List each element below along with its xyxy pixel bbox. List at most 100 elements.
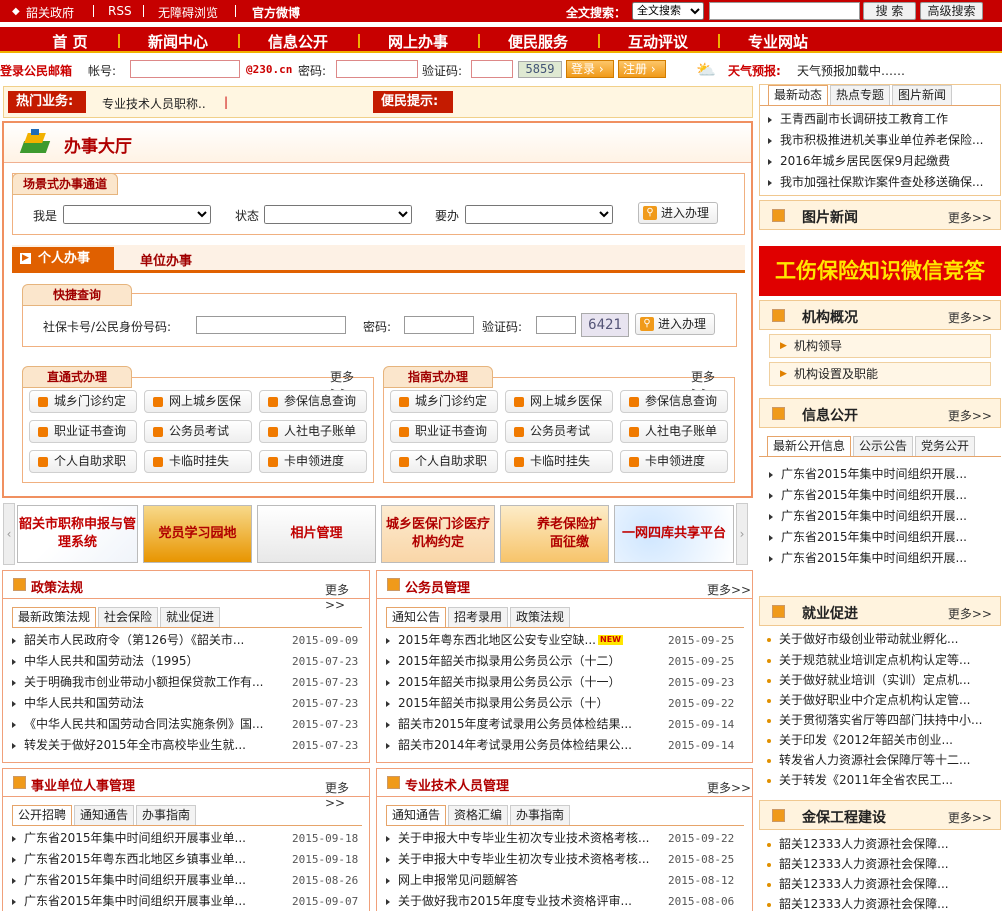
list-item[interactable]: 转发关于做好2015年全市高校毕业生就... 2015-07-23 [12,735,362,756]
tab-hot-topics[interactable]: 热点专题 [830,85,891,105]
nav-interaction[interactable]: 互动评议 [608,31,708,52]
hot-business-link[interactable]: 专业技术人员职称.. [102,95,206,112]
list-item[interactable]: 广东省2015年集中时间组织开展事业单... 2015-09-18 [12,828,362,849]
tab-party-affairs[interactable]: 党务公开 [915,436,976,456]
search-input[interactable] [709,2,860,20]
direct-btn-card-loss[interactable]: 卡临时挂失 [144,450,252,473]
list-item[interactable]: 关于做好职业中介定点机构认定管... [767,690,970,711]
tab-inst-guide[interactable]: 办事指南 [136,805,197,825]
quick-captcha-input[interactable] [536,316,576,334]
quick-password-input[interactable] [404,316,474,334]
login-button[interactable]: 登录 › [566,60,614,78]
photo-news-more-link[interactable]: 更多>> [948,209,992,226]
link-gov[interactable]: 韶关政府 [26,4,74,21]
list-item[interactable]: 关于印发《2012年韶关市创业... [767,730,953,751]
nav-professional[interactable]: 专业网站 [728,31,828,52]
tab-notices[interactable]: 通知公告 [386,607,447,627]
list-item[interactable]: 广东省2015年集中时间组织开展... [769,548,999,569]
civil-more-link[interactable]: 更多>> [707,581,751,598]
status-select[interactable] [264,205,412,224]
iam-select[interactable] [63,205,211,224]
tab-personal[interactable]: ▶ 个人办事 [12,247,114,271]
search-scope-select[interactable]: 全文搜索 [632,2,704,20]
org-item-leaders[interactable]: ▶ 机构领导 [769,334,991,358]
list-item[interactable]: 2015年韶关市拟录用公务员公示（十） 2015-09-22 [386,693,744,714]
golden-insurance-more-link[interactable]: 更多>> [948,809,992,826]
banner-medical-clinic[interactable]: 城乡医保门诊医疗机构约定 [381,505,495,563]
list-item[interactable]: 转发省人力资源社会保障厅等十二... [767,750,970,771]
list-item[interactable]: 2016年城乡居民医保9月起缴费 [768,151,998,172]
account-input[interactable] [130,60,240,78]
tab-latest-policy[interactable]: 最新政策法规 [12,607,97,627]
direct-btn-clinic[interactable]: 城乡门诊约定 [29,390,137,413]
list-item[interactable]: 2015年韶关市拟录用公务员公示（十一） 2015-09-23 [386,672,744,693]
banner-title-system[interactable]: 韶关市职称申报与管理系统 [17,505,138,563]
list-item[interactable]: 关于申报大中专毕业生初次专业技术资格考核... 2015-08-25 [386,849,744,870]
guide-btn-medical[interactable]: 网上城乡医保 [505,390,613,413]
direct-btn-medical[interactable]: 网上城乡医保 [144,390,252,413]
list-item[interactable]: 广东省2015年粤东西北地区乡镇事业单... 2015-09-18 [12,849,362,870]
list-item[interactable]: 广东省2015年集中时间组织开展... [769,506,999,527]
tab-prof-guide[interactable]: 办事指南 [510,805,571,825]
tab-qualification[interactable]: 资格汇编 [448,805,509,825]
nav-news[interactable]: 新闻中心 [128,31,228,52]
tab-latest-news[interactable]: 最新动态 [768,85,829,105]
tab-social-insurance[interactable]: 社会保险 [98,607,159,627]
list-item[interactable]: 韶关12333人力资源社会保障... [767,874,949,895]
direct-btn-card-progress[interactable]: 卡申领进度 [259,450,367,473]
list-item[interactable]: 关于贯彻落实省厅等四部门扶持中小... [767,710,982,731]
list-item[interactable]: 王青西副市长调研技工教育工作 [768,109,998,130]
direct-btn-cert-query[interactable]: 职业证书查询 [29,420,137,443]
tab-employment[interactable]: 就业促进 [160,607,221,627]
list-item[interactable]: 关于做好就业培训（实训）定点机... [767,670,970,691]
tab-unit[interactable]: 单位办事 [140,250,192,269]
search-button[interactable]: 搜 索 [863,2,916,20]
nav-home[interactable]: 首 页 [20,31,120,52]
tab-latest-info[interactable]: 最新公开信息 [767,436,852,456]
direct-btn-e-bill[interactable]: 人社电子账单 [259,420,367,443]
list-item[interactable]: 我市积极推进机关事业单位养老保险... [768,130,998,151]
list-item[interactable]: 广东省2015年集中时间组织开展... [769,464,999,485]
info-public-more-link[interactable]: 更多>> [948,407,992,424]
policy-more-link[interactable]: 更多>> [325,581,369,612]
direct-btn-civil-exam[interactable]: 公务员考试 [144,420,252,443]
list-item[interactable]: 韶关市2014年考试录用公务员体检结果公... 2015-09-14 [386,735,744,756]
tab-inst-notices[interactable]: 通知通告 [74,805,135,825]
tab-recruit[interactable]: 招考录用 [448,607,509,627]
want-select[interactable] [465,205,613,224]
prof-more-link[interactable]: 更多>> [707,779,751,796]
list-item[interactable]: 韶关12333人力资源社会保障... [767,854,949,875]
org-item-structure[interactable]: ▶ 机构设置及职能 [769,362,991,386]
org-more-link[interactable]: 更多>> [948,309,992,326]
list-item[interactable]: 韶关12333人力资源社会保障... [767,834,949,855]
list-item[interactable]: 关于申报大中专毕业生初次专业技术资格考核... 2015-09-22 [386,828,744,849]
list-item[interactable]: 网上申报常见问题解答 2015-08-12 [386,870,744,891]
password-input[interactable] [336,60,418,78]
employment-more-link[interactable]: 更多>> [948,605,992,622]
list-item[interactable]: 广东省2015年集中时间组织开展... [769,485,999,506]
banner-party-study[interactable]: 党员学习园地 [143,505,252,563]
guide-btn-clinic[interactable]: 城乡门诊约定 [390,390,498,413]
nav-citizen-service[interactable]: 便民服务 [488,31,588,52]
list-item[interactable]: 广东省2015年集中时间组织开展事业单... 2015-09-07 [12,891,362,912]
guide-btn-cert-query[interactable]: 职业证书查询 [390,420,498,443]
guide-btn-insurance-query[interactable]: 参保信息查询 [620,390,728,413]
tab-civil-policy[interactable]: 政策法规 [510,607,571,627]
list-item[interactable]: 广东省2015年集中时间组织开展事业单... 2015-08-26 [12,870,362,891]
tab-open-recruit[interactable]: 公开招聘 [12,805,73,825]
banner-photo-manage[interactable]: 相片管理 [257,505,376,563]
carousel-next-button[interactable]: › [736,503,748,565]
register-button[interactable]: 注册 › [618,60,666,78]
list-item[interactable]: 中华人民共和国劳动法 2015-07-23 [12,693,362,714]
guide-btn-job-seek[interactable]: 个人自助求职 [390,450,498,473]
captcha-input[interactable] [471,60,513,78]
list-item[interactable]: 韶关市2015年度考试录用公务员体检结果... 2015-09-14 [386,714,744,735]
guide-btn-civil-exam[interactable]: 公务员考试 [505,420,613,443]
list-item[interactable]: 关于转发《2011年全省农民工... [767,770,953,791]
ss-number-input[interactable] [196,316,346,334]
list-item[interactable]: 关于规范就业培训定点机构认定等... [767,650,970,671]
link-accessibility[interactable]: 无障碍浏览 [158,4,218,21]
tab-photo-news[interactable]: 图片新闻 [892,85,953,105]
guide-btn-e-bill[interactable]: 人社电子账单 [620,420,728,443]
nav-info-public[interactable]: 信息公开 [248,31,348,52]
